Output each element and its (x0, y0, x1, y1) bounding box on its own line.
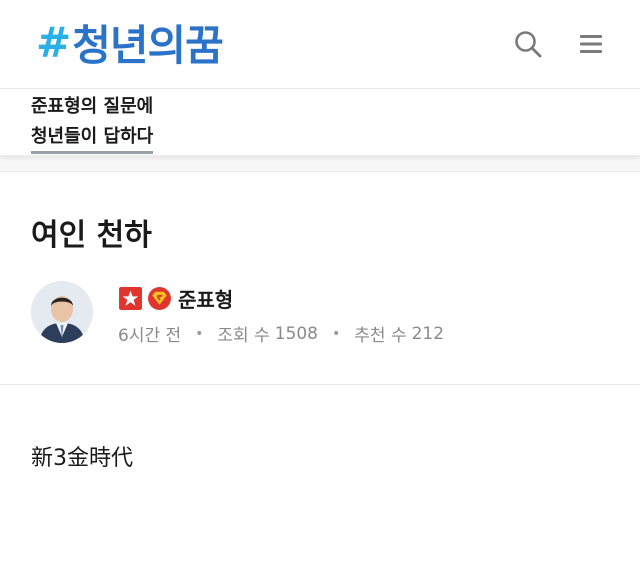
star-badge-icon (119, 287, 142, 310)
likes-label: 추천 수 (354, 326, 407, 346)
menu-icon (580, 35, 602, 53)
author-row: 준표형 6시간 전 • 조회 수 1508 • 추천 수 212 (31, 281, 611, 347)
meta-separator: • (332, 325, 341, 342)
post-meta: 6시간 전 • 조회 수 1508 • 추천 수 212 (118, 321, 445, 347)
post-time: 6시간 전 (118, 326, 182, 346)
author-line: 준표형 (118, 284, 233, 313)
site-logo[interactable]: # 청년의꿈 (36, 14, 224, 70)
meta-separator: • (195, 325, 204, 342)
superman-badge-icon (148, 287, 171, 310)
likes-count: 212 (411, 323, 445, 344)
logo-text: 청년의꿈 (72, 20, 224, 70)
board-title-line2[interactable]: 청년들이 답하다 (31, 122, 154, 154)
board-subnav: 준표형의 질문에 청년들이 답하다 (0, 89, 640, 156)
logo-hash: # (36, 17, 71, 67)
author-avatar[interactable] (31, 281, 93, 343)
board-title-line1[interactable]: 준표형의 질문에 (31, 92, 153, 118)
views-label: 조회 수 (217, 326, 270, 346)
site-header: # 청년의꿈 (0, 0, 640, 89)
author-name[interactable]: 준표형 (178, 284, 233, 313)
menu-button[interactable] (575, 28, 607, 60)
avatar-portrait (31, 281, 93, 343)
content-divider (0, 384, 640, 385)
search-icon (515, 31, 542, 58)
search-button[interactable] (512, 28, 544, 60)
section-gap (0, 156, 640, 172)
post-title: 여인 천하 (31, 218, 152, 253)
views-count: 1508 (274, 323, 318, 344)
post-body: 新3金時代 (31, 446, 133, 471)
